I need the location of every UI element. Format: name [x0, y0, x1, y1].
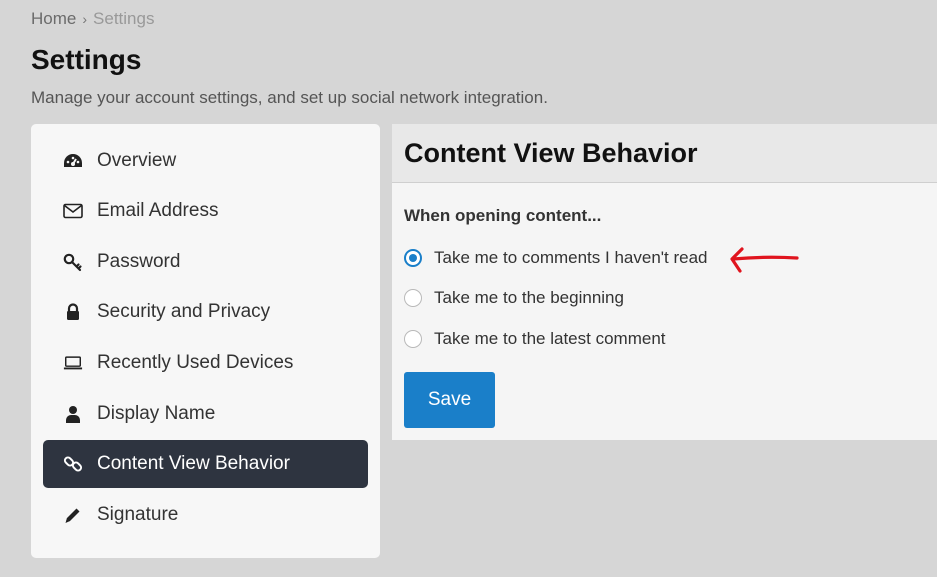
sidebar-item-recently-used-devices[interactable]: Recently Used Devices	[43, 339, 368, 387]
sidebar-item-label: Overview	[97, 150, 177, 171]
save-button[interactable]: Save	[404, 372, 495, 428]
content-header: Content View Behavior	[392, 124, 937, 183]
pencil-icon	[63, 505, 83, 525]
laptop-icon	[63, 353, 83, 373]
radio-beginning[interactable]	[404, 289, 422, 307]
option-unread-comments[interactable]: Take me to comments I haven't read	[404, 248, 708, 268]
option-beginning[interactable]: Take me to the beginning	[404, 288, 624, 308]
sidebar-item-label: Display Name	[97, 403, 216, 424]
radio-unread-comments[interactable]	[404, 249, 422, 267]
red-arrow-icon	[730, 247, 799, 273]
breadcrumb: Home › Settings	[31, 9, 154, 29]
radio-label: Take me to the beginning	[434, 288, 624, 307]
breadcrumb-current: Settings	[93, 9, 155, 28]
sidebar-item-label: Security and Privacy	[97, 301, 271, 322]
sidebar-item-email-address[interactable]: Email Address	[43, 187, 368, 235]
content-title: Content View Behavior	[404, 137, 698, 168]
radio-label: Take me to the latest comment	[434, 329, 666, 348]
key-icon	[63, 252, 83, 272]
breadcrumb-separator: ›	[82, 11, 88, 27]
radio-latest-comment[interactable]	[404, 330, 422, 348]
sidebar-item-signature[interactable]: Signature	[43, 491, 368, 539]
sidebar-item-password[interactable]: Password	[43, 238, 368, 286]
sidebar-item-label: Email Address	[97, 200, 219, 221]
envelope-icon	[63, 201, 83, 221]
sidebar-item-security-privacy[interactable]: Security and Privacy	[43, 288, 368, 336]
sidebar-item-overview[interactable]: Overview	[43, 137, 368, 185]
sidebar-item-display-name[interactable]: Display Name	[43, 390, 368, 438]
page-title: Settings	[31, 44, 142, 75]
user-icon	[63, 404, 83, 424]
radio-label: Take me to comments I haven't read	[434, 248, 708, 267]
settings-sidebar: Overview Email Address Password Security…	[31, 124, 380, 558]
sidebar-item-label: Recently Used Devices	[97, 352, 294, 373]
sidebar-item-label: Password	[97, 251, 181, 272]
link-icon	[63, 454, 83, 474]
lock-icon	[63, 302, 83, 322]
sidebar-item-label: Content View Behavior	[97, 453, 290, 474]
gauge-icon	[63, 151, 83, 171]
page-description: Manage your account settings, and set up…	[31, 88, 548, 107]
breadcrumb-home-link[interactable]: Home	[31, 9, 76, 29]
option-latest-comment[interactable]: Take me to the latest comment	[404, 329, 666, 349]
sidebar-item-content-view-behavior[interactable]: Content View Behavior	[43, 440, 368, 488]
content-panel: Content View Behavior When opening conte…	[392, 124, 937, 440]
sidebar-item-label: Signature	[97, 504, 179, 525]
section-label: When opening content...	[404, 206, 602, 225]
